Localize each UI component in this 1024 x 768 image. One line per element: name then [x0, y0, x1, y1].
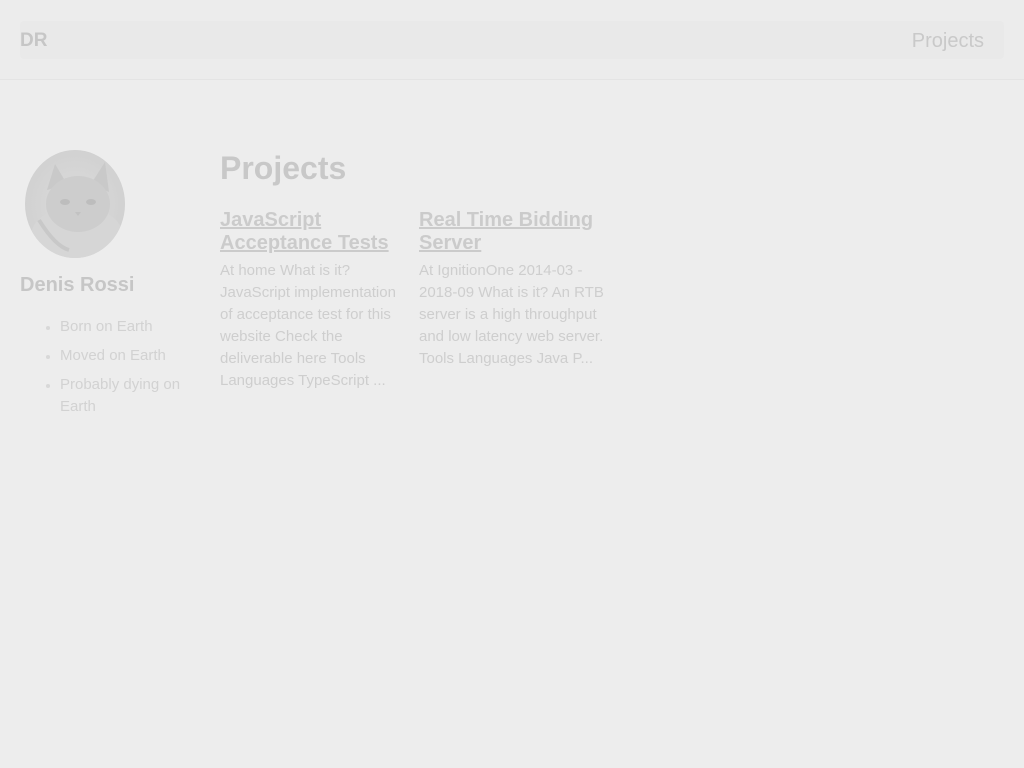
brand-link[interactable]: DR: [20, 30, 47, 52]
project-card: Real Time Bidding Server At IgnitionOne …: [419, 209, 609, 370]
top-bar: DR Projects: [0, 0, 1024, 80]
project-excerpt: At home What is it? JavaScript implement…: [220, 262, 396, 389]
navbar: DR Projects: [20, 21, 1004, 59]
list-item: Moved on Earth: [60, 345, 200, 367]
project-card: JavaScript Acceptance Tests At home What…: [220, 209, 410, 392]
project-title-link[interactable]: JavaScript Acceptance Tests: [220, 209, 410, 255]
cat-photo-avatar: [25, 150, 125, 258]
project-excerpt: At IgnitionOne 2014-03 - 2018-09 What is…: [419, 262, 604, 367]
project-title-link[interactable]: Real Time Bidding Server: [419, 209, 609, 255]
nav-link-projects[interactable]: Projects: [912, 30, 984, 53]
main-content: Projects JavaScript Acceptance Tests At …: [220, 148, 1004, 389]
author-name: Denis Rossi: [20, 274, 135, 296]
list-item: Born on Earth: [60, 316, 200, 338]
list-item: Probably dying on Earth: [60, 374, 200, 418]
page-title: Projects: [220, 150, 347, 186]
author-facts-list: Born on Earth Moved on Earth Probably dy…: [20, 316, 200, 425]
avatar-image: [25, 150, 125, 258]
